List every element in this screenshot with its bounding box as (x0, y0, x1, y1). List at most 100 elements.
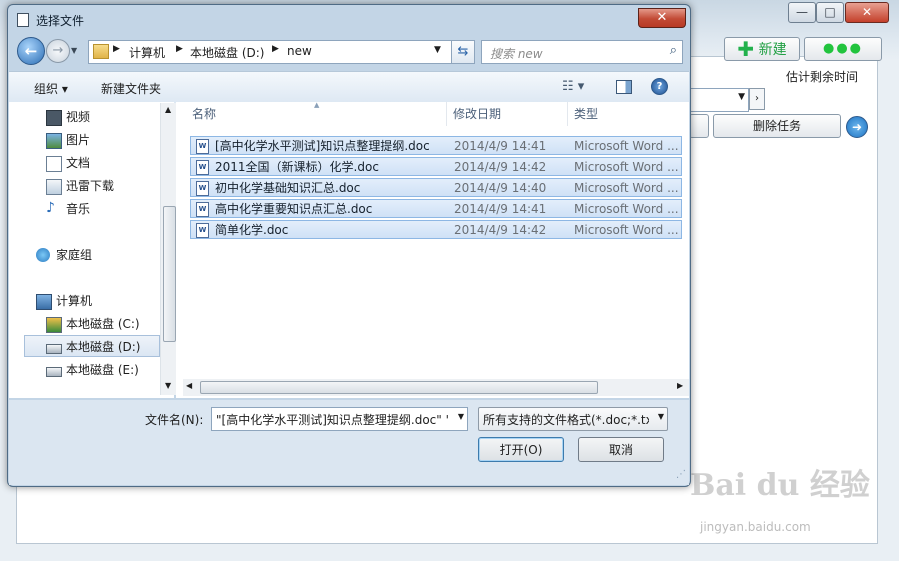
file-open-dialog: 选择文件 ✕ ← → ▼ ▶ 计算机 ▶ 本地磁盘 (D:) ▶ new ▼ ⇆… (7, 4, 691, 487)
column-label: 类型 (574, 107, 599, 121)
recent-locations-dropdown[interactable]: ▼ (71, 46, 77, 55)
new-task-button[interactable]: ✚ 新建 (724, 37, 800, 61)
file-type-filter[interactable]: 所有支持的文件格式(*.doc;*.tx ▼ (478, 407, 668, 431)
homegroup-icon (36, 248, 50, 262)
system-drive-icon (46, 317, 62, 333)
navigation-scrollbar[interactable]: ▲ ▼ (160, 103, 177, 395)
download-icon (46, 179, 62, 195)
nav-item-video[interactable]: 视频 (46, 107, 90, 127)
address-dropdown-icon[interactable]: ▼ (434, 45, 441, 55)
filename-label: 文件名(N): (145, 413, 204, 427)
scroll-left-icon[interactable]: ◀ (186, 381, 192, 390)
breadcrumb-computer[interactable]: 计算机 (129, 44, 165, 61)
file-name: 2011全国（新课标）化学.doc (215, 160, 379, 174)
more-button[interactable]: ●●● (804, 37, 882, 61)
file-name: 高中化学重要知识点汇总.doc (215, 202, 373, 216)
arrow-right-icon[interactable]: ➜ (846, 116, 868, 138)
chevron-right-icon: › (755, 93, 759, 104)
file-type: Microsoft Word ... (574, 160, 679, 174)
breadcrumb-new[interactable]: new (287, 44, 312, 58)
file-row[interactable]: W 简单化学.doc 2014/4/9 14:42 Microsoft Word… (190, 220, 682, 239)
nav-item-documents[interactable]: 文档 (46, 153, 90, 173)
maximize-button[interactable]: □ (816, 2, 844, 23)
address-bar[interactable]: ▶ 计算机 ▶ 本地磁盘 (D:) ▶ new ▼ (88, 40, 452, 64)
word-doc-icon: W (196, 202, 209, 217)
column-header-name[interactable]: 名称 ▲ (176, 101, 447, 126)
cancel-button[interactable]: 取消 (578, 437, 664, 462)
scrollbar-thumb[interactable] (200, 381, 598, 394)
minimize-button[interactable]: — (788, 2, 816, 23)
picture-icon (46, 133, 62, 149)
new-folder-button[interactable]: 新建文件夹 (101, 80, 161, 97)
dialog-close-button[interactable]: ✕ (638, 8, 686, 28)
file-list-hscrollbar[interactable]: ◀ ▶ (183, 379, 689, 396)
file-row[interactable]: W 高中化学重要知识点汇总.doc 2014/4/9 14:41 Microso… (190, 199, 682, 218)
filename-dropdown-icon[interactable]: ▼ (458, 412, 464, 421)
navigation-pane: 视频 图片 文档 迅雷下载 ♪ 音乐 家庭组 计算机 本地磁盘 (C:) 本地磁… (9, 102, 174, 398)
file-row[interactable]: W 2011全国（新课标）化学.doc 2014/4/9 14:42 Micro… (190, 157, 682, 176)
folder-icon (93, 44, 109, 59)
document-icon (46, 156, 62, 172)
search-placeholder: 搜索 new (490, 47, 543, 61)
view-options-icon[interactable]: ☷ ▾ (562, 79, 584, 94)
preview-pane-icon[interactable] (616, 80, 632, 94)
nav-item-drive-c[interactable]: 本地磁盘 (C:) (46, 314, 140, 334)
dialog-titlebar: 选择文件 ✕ (8, 5, 690, 33)
background-button-partial[interactable] (689, 114, 709, 138)
search-input[interactable]: 搜索 new ⌕ (481, 40, 683, 64)
file-modified: 2014/4/9 14:42 (454, 160, 547, 174)
nav-item-pictures[interactable]: 图片 (46, 130, 90, 150)
nav-item-computer[interactable]: 计算机 (36, 291, 92, 311)
column-label: 修改日期 (453, 107, 502, 121)
nav-item-homegroup[interactable]: 家庭组 (36, 245, 92, 265)
delete-task-label: 删除任务 (752, 119, 801, 133)
command-toolbar: 组织 ▾ 新建文件夹 ☷ ▾ ? (9, 71, 689, 104)
background-select[interactable]: ▼ (689, 88, 749, 112)
help-icon[interactable]: ? (651, 78, 668, 95)
breadcrumb-drive-d[interactable]: 本地磁盘 (D:) (190, 44, 264, 61)
word-doc-icon: W (196, 139, 209, 154)
file-modified: 2014/4/9 14:41 (454, 139, 547, 153)
app-close-button[interactable]: ✕ (845, 2, 889, 23)
back-button[interactable]: ← (17, 37, 45, 65)
filter-value: 所有支持的文件格式(*.doc;*.tx (483, 413, 649, 427)
sort-indicator-icon: ▲ (314, 101, 320, 109)
forward-button[interactable]: → (46, 39, 70, 63)
plus-icon: ✚ (737, 37, 755, 61)
resize-grip-icon[interactable]: ⋰ (676, 469, 686, 480)
search-icon[interactable]: ⌕ (670, 43, 677, 58)
video-icon (46, 110, 62, 126)
new-task-label: 新建 (758, 42, 787, 58)
word-doc-icon: W (196, 160, 209, 175)
music-icon: ♪ (46, 200, 55, 216)
file-type: Microsoft Word ... (574, 202, 679, 216)
refresh-button[interactable]: ⇆ (451, 40, 475, 64)
nav-item-drive-d[interactable]: 本地磁盘 (D:) (46, 337, 140, 357)
file-type: Microsoft Word ... (574, 139, 679, 153)
scroll-right-button[interactable]: › (749, 88, 765, 110)
scroll-down-icon[interactable]: ▼ (165, 381, 171, 390)
file-type: Microsoft Word ... (574, 181, 679, 195)
scrollbar-thumb[interactable] (163, 206, 176, 342)
file-modified: 2014/4/9 14:40 (454, 181, 547, 195)
column-header-type[interactable]: 类型 (568, 102, 689, 126)
scroll-right-icon[interactable]: ▶ (677, 381, 683, 390)
column-header-modified[interactable]: 修改日期 (447, 102, 568, 126)
refresh-icon: ⇆ (457, 44, 469, 59)
scroll-up-icon[interactable]: ▲ (165, 105, 171, 114)
organize-menu[interactable]: 组织 ▾ (34, 80, 68, 97)
cancel-button-label: 取消 (608, 443, 633, 457)
file-row[interactable]: W [高中化学水平测试]知识点整理提纲.doc 2014/4/9 14:41 M… (190, 136, 682, 155)
file-name: 简单化学.doc (215, 223, 289, 237)
delete-task-button[interactable]: 删除任务 (713, 114, 841, 138)
nav-item-drive-e[interactable]: 本地磁盘 (E:) (46, 360, 139, 380)
filename-value: "[高中化学水平测试]知识点整理提纲.doc" ": (216, 413, 448, 427)
more-dots-icon: ●●● (822, 41, 864, 56)
baidu-watermark-url: jingyan.baidu.com (700, 520, 811, 534)
filename-input[interactable]: "[高中化学水平测试]知识点整理提纲.doc" ": ▼ (211, 407, 468, 431)
nav-item-thunder-downloads[interactable]: 迅雷下载 (46, 176, 114, 196)
nav-item-music[interactable]: ♪ 音乐 (46, 199, 90, 219)
file-row[interactable]: W 初中化学基础知识汇总.doc 2014/4/9 14:40 Microsof… (190, 178, 682, 197)
open-button[interactable]: 打开(O) (478, 437, 564, 462)
file-modified: 2014/4/9 14:42 (454, 223, 547, 237)
